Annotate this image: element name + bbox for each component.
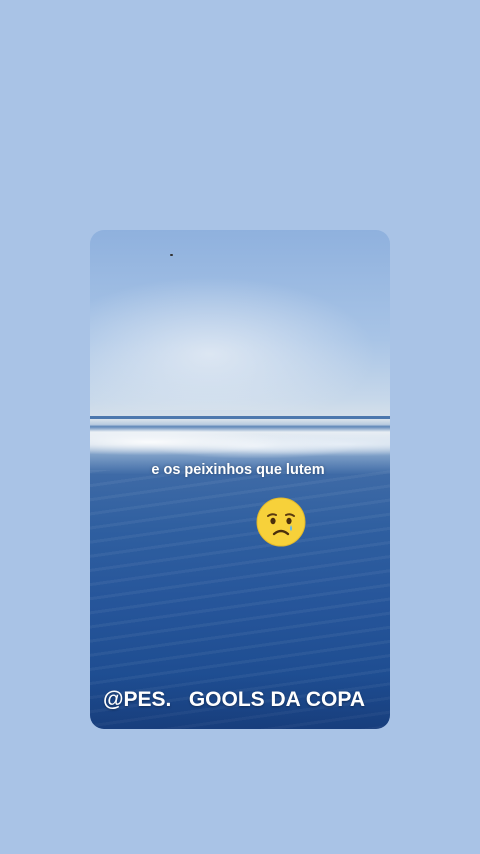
story-caption: e os peixinhos que lutem [151,462,325,478]
story-media-card[interactable]: e os peixinhos que lutem @PES. GOOLS DA … [90,230,390,729]
distant-bird [170,254,173,256]
horizon-line [90,416,390,419]
sky-haze [90,270,390,410]
channel-watermark: @PES. GOOLS DA COPA [103,688,366,711]
sad-tear-face-icon [256,497,306,547]
